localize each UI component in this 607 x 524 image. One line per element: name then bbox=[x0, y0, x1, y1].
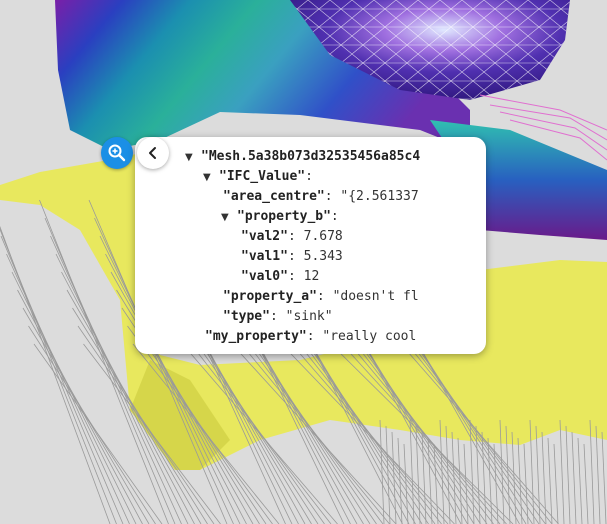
tree-row-val1[interactable]: "val1": 5.343 bbox=[241, 247, 343, 267]
property-a-key: "property_a" bbox=[223, 289, 317, 304]
expand-toggle-icon[interactable]: ▼ bbox=[185, 148, 201, 168]
val1-value: 5.343 bbox=[303, 249, 343, 264]
tree-row-area-centre[interactable]: "area_centre": "{2.561337 bbox=[223, 187, 419, 207]
ifc-value-key: "IFC_Value" bbox=[219, 169, 306, 184]
type-key: "type" bbox=[223, 309, 270, 324]
area-centre-key: "area_centre" bbox=[223, 189, 325, 204]
properties-panel: ▼ "Mesh.5a38b073d32535456a85c4 ▼ "IFC_Valu… bbox=[135, 137, 486, 354]
json-tree: ▼ "Mesh.5a38b073d32535456a85c4 ▼ "IFC_Valu… bbox=[135, 145, 435, 350]
val1-key: "val1" bbox=[241, 249, 288, 264]
val2-key: "val2" bbox=[241, 229, 288, 244]
collapse-panel-button[interactable] bbox=[137, 137, 169, 169]
ifc-value-colon: : bbox=[305, 169, 313, 184]
tree-row-property-b[interactable]: ▼ "property_b": bbox=[221, 207, 339, 227]
root-key: "Mesh.5a38b073d32535456a85c4 bbox=[201, 149, 421, 164]
tree-row-ifc-value[interactable]: ▼ "IFC_Value": bbox=[203, 167, 313, 187]
type-value: "sink" bbox=[285, 309, 333, 324]
tree-row-root[interactable]: ▼ "Mesh.5a38b073d32535456a85c4 bbox=[185, 147, 420, 167]
tree-row-property-a[interactable]: "property_a": "doesn't fl bbox=[223, 287, 419, 307]
property-a-value: "doesn't fl bbox=[332, 289, 419, 304]
expand-toggle-icon[interactable]: ▼ bbox=[203, 168, 219, 188]
tree-row-type[interactable]: "type": "sink" bbox=[223, 307, 333, 327]
val0-key: "val0" bbox=[241, 269, 288, 284]
type-separator: : bbox=[269, 309, 286, 324]
my-property-key: "my_property" bbox=[205, 329, 307, 344]
tree-row-val0[interactable]: "val0": 12 bbox=[241, 267, 319, 287]
property-b-key: "property_b" bbox=[237, 209, 331, 224]
val2-separator: : bbox=[287, 229, 304, 244]
val1-separator: : bbox=[287, 249, 304, 264]
tree-row-my-property[interactable]: "my_property": "really cool bbox=[205, 327, 416, 347]
chevron-left-icon bbox=[149, 147, 156, 159]
val2-value: 7.678 bbox=[303, 229, 343, 244]
val0-value: 12 bbox=[303, 269, 320, 284]
area-centre-value: "{2.561337 bbox=[340, 189, 419, 204]
property-b-colon: : bbox=[330, 209, 339, 224]
expand-toggle-icon[interactable]: ▼ bbox=[221, 208, 237, 228]
tree-row-val2[interactable]: "val2": 7.678 bbox=[241, 227, 343, 247]
property-a-separator: : bbox=[316, 289, 333, 304]
zoom-in-icon bbox=[108, 144, 126, 162]
val0-separator: : bbox=[287, 269, 304, 284]
my-property-value: "really cool bbox=[322, 329, 417, 344]
area-centre-separator: : bbox=[324, 189, 341, 204]
my-property-separator: : bbox=[306, 329, 323, 344]
zoom-button[interactable] bbox=[101, 137, 133, 169]
